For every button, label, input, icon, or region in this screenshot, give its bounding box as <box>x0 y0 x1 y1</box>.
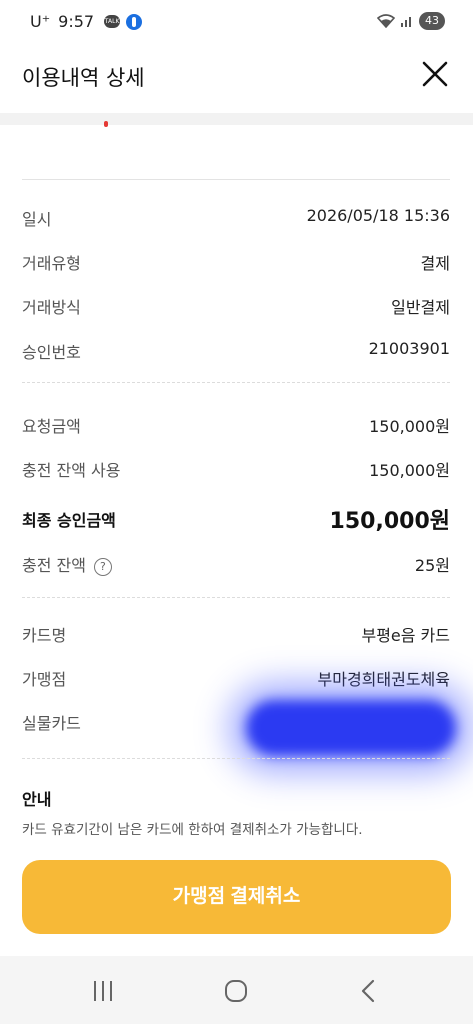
talk-notification-icon: TALK <box>104 15 121 28</box>
back-icon <box>361 979 375 1003</box>
card-value: 부평e음 카드 <box>361 626 450 645</box>
amount-label: 충전 잔액 <box>22 556 86 575</box>
divider <box>22 179 450 180</box>
section-divider <box>0 113 473 125</box>
page-title: 이용내역 상세 <box>22 66 145 90</box>
notice-title: 안내 <box>22 790 52 809</box>
detail-label: 일시 <box>22 210 52 229</box>
detail-row-method: 거래방식 일반결제 <box>22 294 450 318</box>
amount-value: 150,000원 <box>369 417 450 436</box>
app-notification-icon <box>126 13 143 30</box>
amount-value: 150,000원 <box>369 461 450 480</box>
signal-icon <box>401 17 411 27</box>
detail-label: 승인번호 <box>22 343 81 362</box>
final-amount-value: 150,000원 <box>329 509 450 534</box>
carrier-label: U⁺ <box>30 12 51 31</box>
detail-label: 거래유형 <box>22 254 81 273</box>
scroll-mark <box>104 121 108 127</box>
notice-text: 카드 유효기간이 남은 카드에 한하여 결제취소가 가능합니다. <box>22 822 363 838</box>
system-nav-bar <box>0 956 473 1024</box>
detail-label: 거래방식 <box>22 298 81 317</box>
amount-label: 충전 잔액 사용 <box>22 461 121 480</box>
page-header: 이용내역 상세 <box>0 44 473 112</box>
divider <box>22 758 450 759</box>
redaction-mark <box>246 700 456 756</box>
status-left: U⁺ 9:57 TALK <box>30 12 143 31</box>
amount-row-final: 최종 승인금액 150,000원 <box>22 507 450 534</box>
detail-row-approval-number: 승인번호 21003901 <box>22 339 450 363</box>
card-label: 카드명 <box>22 626 67 645</box>
home-button[interactable] <box>219 974 253 1008</box>
detail-value: 일반결제 <box>391 298 450 317</box>
amount-label: 최종 승인금액 <box>22 511 116 530</box>
recent-apps-button[interactable] <box>86 974 120 1008</box>
card-row-merchant: 가맹점 부마경희태권도체육 <box>22 666 450 690</box>
close-icon <box>422 61 448 87</box>
detail-row-type: 거래유형 결제 <box>22 250 450 274</box>
amount-row-balance-used: 충전 잔액 사용 150,000원 <box>22 457 450 481</box>
amount-row-requested: 요청금액 150,000원 <box>22 413 450 437</box>
card-value: 부마경희태권도체육 <box>317 670 450 689</box>
amount-label: 요청금액 <box>22 417 81 436</box>
card-label: 가맹점 <box>22 670 67 689</box>
detail-value: 결제 <box>420 254 450 273</box>
back-button[interactable] <box>352 974 386 1008</box>
card-label: 실물카드 <box>22 714 81 733</box>
card-row-name: 카드명 부평e음 카드 <box>22 622 450 646</box>
recent-apps-icon <box>94 981 112 1001</box>
status-right: 43 <box>377 12 445 30</box>
amount-value: 25원 <box>414 556 450 575</box>
battery-icon: 43 <box>419 12 445 30</box>
close-button[interactable] <box>419 58 451 90</box>
merchant-cancel-button[interactable]: 가맹점 결제취소 <box>22 860 451 934</box>
amount-row-remaining-balance: 충전 잔액? 25원 <box>22 552 450 576</box>
detail-row-datetime: 일시 2026/05/18 15:36 <box>22 206 450 230</box>
detail-value: 21003901 <box>368 339 450 358</box>
divider <box>22 382 450 383</box>
amount-label-wrap: 충전 잔액? <box>22 552 112 576</box>
status-time: 9:57 <box>58 12 95 31</box>
help-icon[interactable]: ? <box>93 558 112 576</box>
wifi-icon <box>377 14 395 28</box>
detail-value: 2026/05/18 15:36 <box>306 206 450 225</box>
home-icon <box>225 980 247 1002</box>
divider <box>22 597 450 598</box>
status-bar: U⁺ 9:57 TALK 43 <box>0 0 473 44</box>
